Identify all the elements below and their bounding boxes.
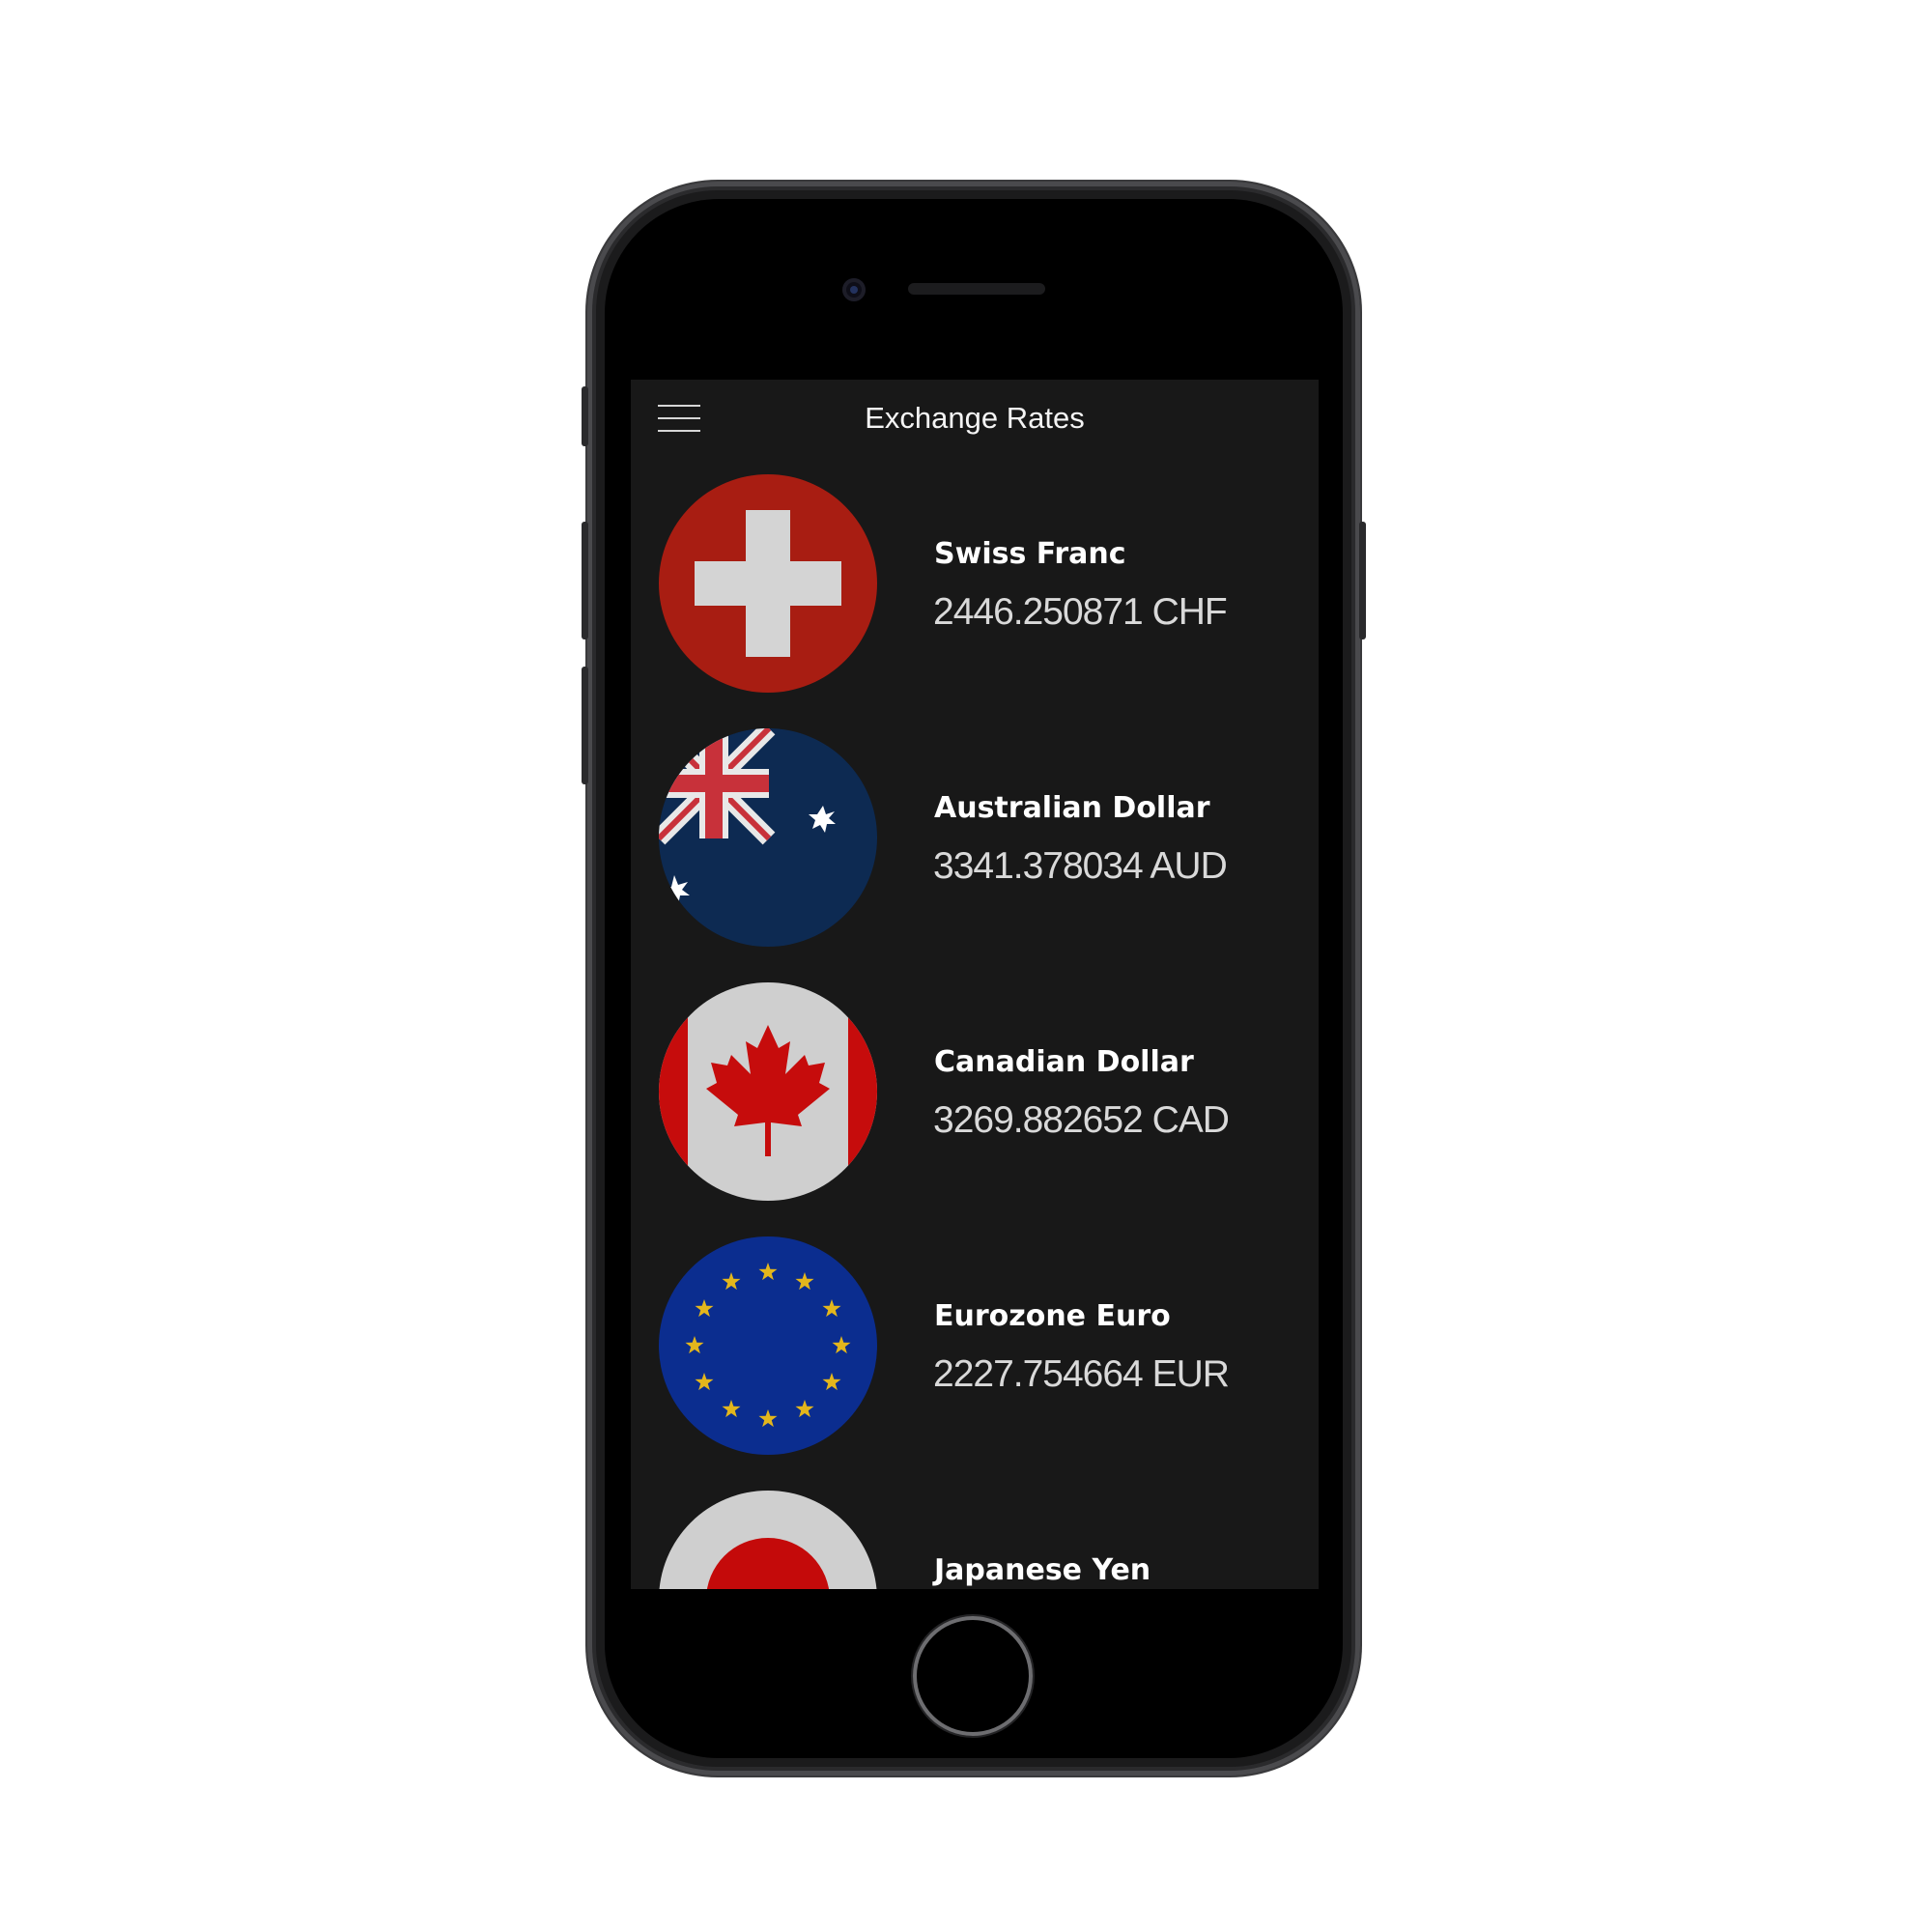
volume-up-button xyxy=(582,522,588,639)
list-item[interactable]: Canadian Dollar 3269.882652 CAD xyxy=(631,982,1319,1236)
european-union-flag-icon xyxy=(659,1236,877,1455)
home-button[interactable] xyxy=(913,1616,1033,1736)
currency-name: Eurozone Euro xyxy=(934,1299,1171,1333)
currency-rate: 3341.378034 AUD xyxy=(933,845,1228,887)
currency-name: Swiss Franc xyxy=(934,537,1126,571)
list-item[interactable]: Eurozone Euro 2227.754664 EUR xyxy=(631,1236,1319,1491)
australia-flag-icon xyxy=(659,728,877,947)
currency-rate: 2446.250871 CHF xyxy=(933,591,1228,633)
mute-switch xyxy=(582,386,588,446)
front-camera xyxy=(842,278,866,301)
power-button xyxy=(1359,522,1366,639)
page-title: Exchange Rates xyxy=(865,401,1085,435)
currency-name: Australian Dollar xyxy=(934,791,1210,825)
volume-down-button xyxy=(582,667,588,784)
app-screen: Exchange Rates Swiss Franc 2446.250871 C… xyxy=(631,380,1319,1589)
currency-rate: 2227.754664 EUR xyxy=(933,1353,1230,1395)
switzerland-flag-icon xyxy=(659,474,877,693)
currency-rate: 3269.882652 CAD xyxy=(933,1099,1230,1141)
navigation-bar: Exchange Rates xyxy=(631,380,1319,459)
list-item[interactable]: Swiss Franc 2446.250871 CHF xyxy=(631,474,1319,728)
currency-name: Japanese Yen xyxy=(934,1553,1151,1587)
currency-name: Canadian Dollar xyxy=(934,1045,1194,1079)
list-item[interactable]: Australian Dollar 3341.378034 AUD xyxy=(631,728,1319,982)
currency-list: Swiss Franc 2446.250871 CHF Australian D… xyxy=(631,474,1319,1589)
canada-flag-icon xyxy=(659,982,877,1201)
list-item[interactable]: Japanese Yen xyxy=(631,1491,1319,1589)
earpiece-speaker xyxy=(908,283,1045,295)
japan-flag-icon xyxy=(659,1491,877,1589)
